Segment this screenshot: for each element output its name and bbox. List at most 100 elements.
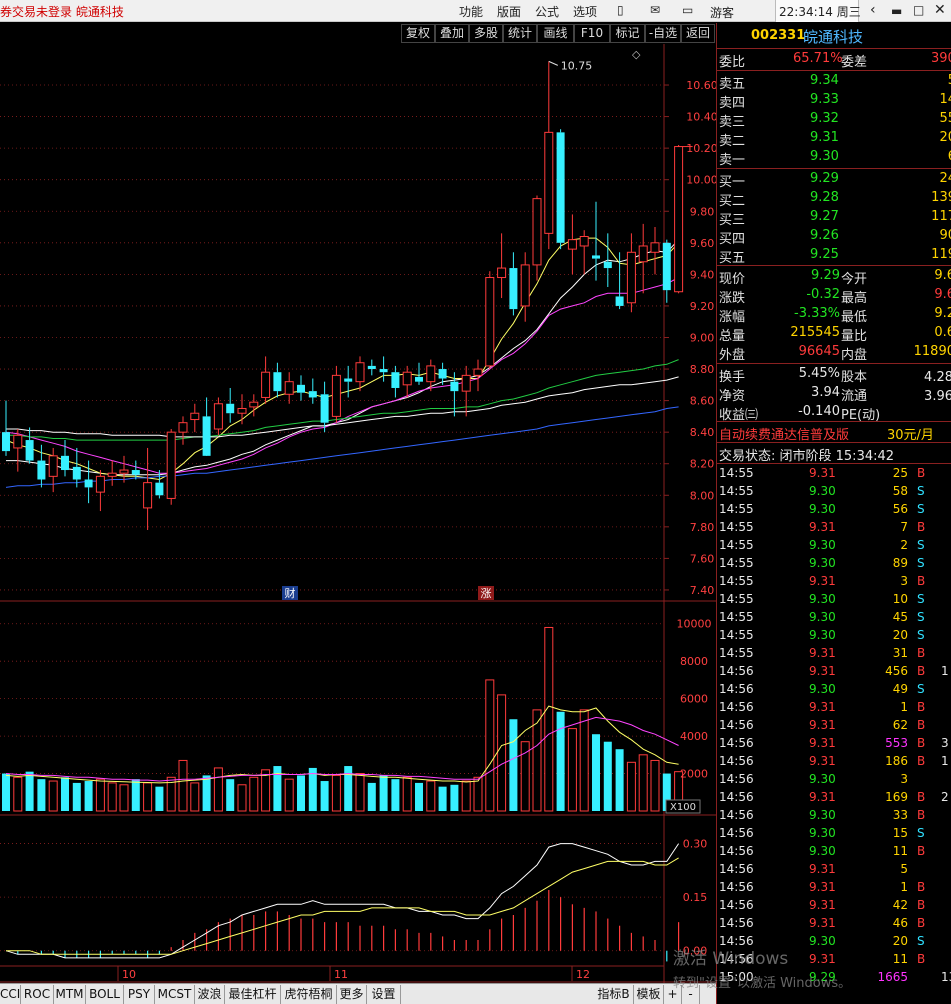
indicator-tab-9[interactable]: 更多: [337, 985, 367, 1004]
clock: 22:34:14 周三: [775, 0, 861, 22]
indicator-tab-4[interactable]: PSY: [124, 985, 155, 1004]
tick-side: B: [917, 898, 926, 912]
volume-bar: [520, 741, 530, 812]
overlay-button[interactable]: 叠加: [435, 24, 469, 43]
price-tick-label: 9.60: [690, 237, 715, 250]
price-tick-label: 10.00: [686, 174, 716, 187]
candle: [567, 214, 577, 275]
menu-formula[interactable]: 公式: [535, 3, 559, 20]
tab-control-0[interactable]: 指标B: [594, 985, 634, 1004]
indicator-tab-5[interactable]: MCST: [155, 985, 195, 1004]
menu-options[interactable]: 选项: [573, 3, 597, 20]
candle-body: [638, 245, 648, 263]
indicator-tab-1[interactable]: ROC: [21, 985, 54, 1004]
minimize-icon[interactable]: ▬: [891, 4, 902, 18]
bid-label: 买三: [719, 213, 746, 228]
candle-body: [426, 365, 436, 383]
tick-row: 14:56 9.31 62 B: [717, 717, 951, 735]
stock-header: 002331 皖通科技: [717, 23, 951, 47]
tick-side: B: [917, 844, 926, 858]
tick-time: 14:56: [719, 736, 754, 750]
volume-bar: [84, 781, 93, 811]
stat-value: 11890: [913, 344, 951, 359]
menu-layout[interactable]: 版面: [497, 3, 521, 20]
multi-stock-button[interactable]: 多股: [469, 24, 503, 43]
menu-function[interactable]: 功能: [459, 3, 483, 20]
candle-body: [567, 239, 577, 250]
tick-row: 14:56 9.31 456 B 1: [717, 663, 951, 681]
diamond-icon: ◇: [632, 48, 641, 61]
mark-button[interactable]: 标记: [610, 24, 645, 43]
quote-stat-row: 现价 9.29今开 9.6: [717, 267, 951, 287]
candle-body: [520, 264, 530, 307]
ask-row: 卖五9.345: [717, 72, 951, 92]
f10-button[interactable]: F10: [574, 24, 610, 43]
stat-label: 现价: [719, 272, 746, 287]
tick-volume: 89: [892, 556, 908, 570]
stat-value: 9.6: [934, 287, 951, 302]
mail-icon[interactable]: ✉: [650, 3, 660, 17]
tick-volume: 456: [885, 664, 908, 678]
volume-bar: [202, 775, 211, 811]
tick-time: 14:56: [719, 700, 754, 714]
volume-bar: [131, 779, 140, 811]
tick-side: B: [917, 808, 926, 822]
close-icon[interactable]: ✕: [934, 2, 946, 18]
volume-bar: [402, 776, 412, 812]
fuquan-button[interactable]: 复权: [401, 24, 435, 43]
tick-side: S: [917, 610, 925, 624]
ma-line-3: [5, 277, 679, 474]
remove-watchlist-button[interactable]: -自选: [645, 24, 681, 43]
volume-bar: [273, 766, 282, 811]
weibi-value: 65.71%: [793, 51, 843, 66]
bid-price: 9.26: [810, 228, 839, 243]
indicator-tab-6[interactable]: 波浪: [195, 985, 225, 1004]
tick-time: 14:55: [719, 502, 754, 516]
indicator-tab-3[interactable]: BOLL: [86, 985, 124, 1004]
indicator-tab-2[interactable]: MTM: [54, 985, 86, 1004]
ask-price: 9.33: [810, 92, 839, 107]
tab-control-1[interactable]: 模板: [634, 985, 664, 1004]
quote-panel: 002331 皖通科技 委比 65.71% 委差 390 卖五9.345卖四9.…: [716, 23, 951, 1004]
tick-volume: 20: [892, 628, 908, 642]
fundamental-label: 流通: [841, 389, 868, 404]
indicator-tab-10[interactable]: 设置: [367, 985, 401, 1004]
candle: [25, 427, 34, 464]
volume-bar: [650, 759, 660, 812]
fundamental-value: 4.28亿: [924, 370, 951, 385]
tick-time: 14:56: [719, 790, 754, 804]
tick-count: 1: [941, 754, 949, 768]
volume-unit-label: X100: [670, 802, 696, 813]
candle-body: [237, 407, 247, 414]
ask-price: 9.31: [810, 130, 839, 145]
restore-icon[interactable]: ▭: [682, 3, 693, 17]
fundamental-label: 净资: [719, 389, 746, 404]
return-button[interactable]: 返回: [681, 24, 715, 43]
price-tick-label: 7.60: [690, 552, 715, 565]
phone-icon[interactable]: ▯: [617, 3, 624, 17]
candle-body: [178, 422, 188, 433]
volume-bar: [497, 694, 507, 812]
promo-row[interactable]: 自动续费通达信普及版 30元/月: [717, 423, 951, 443]
candle-body: [131, 470, 140, 475]
back-icon[interactable]: ‹: [870, 2, 876, 18]
candle-body: [308, 391, 317, 398]
promo-text[interactable]: 自动续费通达信普及版: [719, 424, 849, 443]
indicator-tab-7[interactable]: 最佳杠杆: [225, 985, 281, 1004]
volume-bar: [391, 779, 400, 811]
kline-chart[interactable]: 10.60 10.40 10.20 10.00 9.80 9.60 9.40 9.20 9.00…: [0, 44, 716, 983]
volume-bar: [72, 782, 81, 811]
indicator-tab-0[interactable]: CCI: [0, 985, 21, 1004]
indicator-tab-8[interactable]: 虎符梧桐: [281, 985, 337, 1004]
stock-name[interactable]: 皖通科技: [803, 26, 863, 47]
maximize-icon[interactable]: □: [913, 3, 924, 17]
tick-side: S: [917, 826, 925, 840]
draw-line-button[interactable]: 画线: [537, 24, 574, 43]
volume-bar: [249, 776, 259, 812]
candle-body: [273, 372, 282, 392]
bid-row: 买一 9.29 24: [717, 170, 951, 190]
statistics-button[interactable]: 统计: [503, 24, 537, 43]
tick-volume: 20: [892, 934, 908, 948]
tick-row: 14:56 9.31 1 B: [717, 699, 951, 717]
tick-price: 9.30: [809, 556, 836, 570]
